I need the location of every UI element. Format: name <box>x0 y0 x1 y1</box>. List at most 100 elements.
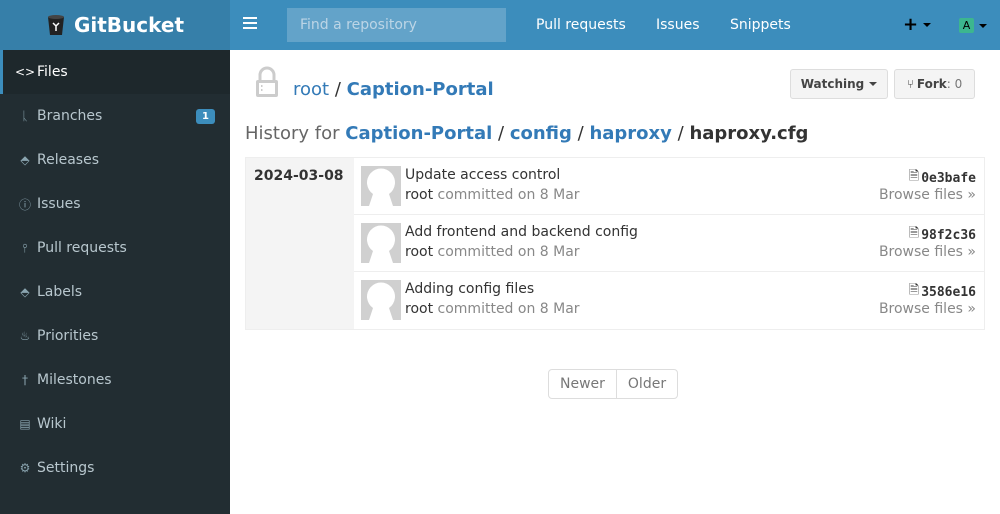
commit-author[interactable]: root <box>405 244 433 260</box>
breadcrumb-config-link[interactable]: config <box>510 123 572 144</box>
author-avatar <box>361 223 401 263</box>
commit-sha-link[interactable]: 🗎 0e3bafe <box>909 167 976 189</box>
nav-snippets-link[interactable]: Snippets <box>730 17 791 33</box>
diff-file-icon: 🗎 <box>908 283 920 298</box>
sidebar-item-label: Files <box>37 64 68 80</box>
sidebar-item-label: Milestones <box>37 372 112 388</box>
bucket-logo-icon <box>47 15 64 35</box>
commit-date: 2024-03-08 <box>246 158 354 329</box>
sidebar-item-label: Releases <box>37 152 99 168</box>
fork-count: : 0 <box>946 77 963 91</box>
sidebar-item-label: Pull requests <box>37 240 127 256</box>
commit-sha-link[interactable]: 🗎 3586e16 <box>909 281 976 303</box>
author-avatar <box>361 280 401 320</box>
commit-author[interactable]: root <box>405 301 433 317</box>
commit-row: Add frontend and backend config root com… <box>354 215 984 272</box>
sidebar-item-wiki[interactable]: ▤ Wiki <box>0 402 230 446</box>
commit-date-text: committed on 8 Mar <box>437 187 580 203</box>
commit-row: Adding config files root committed on 8 … <box>354 272 984 329</box>
sidebar-item-milestones[interactable]: † Milestones <box>0 358 230 402</box>
sidebar-item-label: Issues <box>37 196 81 212</box>
commit-sha: 98f2c36 <box>921 227 976 243</box>
fork-label: Fork <box>916 77 947 91</box>
nav-pull-requests[interactable]: Pull requests <box>536 0 626 50</box>
commit-message[interactable]: Adding config files <box>405 281 534 297</box>
nav-snippets[interactable]: Snippets <box>730 0 791 50</box>
breadcrumb-file: haproxy.cfg <box>689 123 809 144</box>
browse-files-link[interactable]: Browse files » <box>879 187 976 203</box>
caret-down-icon <box>923 22 932 27</box>
lock-icon <box>256 66 278 97</box>
repo-owner-link[interactable]: root <box>293 79 329 100</box>
commit-meta: root committed on 8 Mar <box>405 301 580 317</box>
pull-request-icon: ⫯ <box>22 240 28 255</box>
diff-file-icon: 🗎 <box>908 169 920 184</box>
sidebar-item-label: Settings <box>37 460 95 476</box>
watch-button[interactable]: Watching <box>790 69 888 99</box>
watch-label: Watching <box>800 77 865 91</box>
breadcrumb-repo-link[interactable]: Caption-Portal <box>345 123 492 144</box>
path-separator: / <box>577 123 584 144</box>
commit-meta: root committed on 8 Mar <box>405 187 580 203</box>
create-new-dropdown[interactable]: + <box>903 14 932 35</box>
nav-issues-link[interactable]: Issues <box>656 17 700 33</box>
commit-sha: 0e3bafe <box>921 170 976 186</box>
newer-button[interactable]: Newer <box>549 370 617 398</box>
user-avatar: A <box>959 18 974 33</box>
repository-search-input[interactable] <box>287 8 506 42</box>
path-separator: / <box>334 79 341 100</box>
sidebar-item-label: Branches <box>37 108 103 124</box>
commit-message[interactable]: Add frontend and backend config <box>405 224 638 240</box>
flame-icon: ♨ <box>19 329 31 343</box>
sidebar-item-branches[interactable]: ᚳ Branches 1 <box>0 94 230 138</box>
diff-file-icon: 🗎 <box>908 226 920 241</box>
tag-icon: ⬘ <box>20 153 30 167</box>
brand-name: GitBucket <box>73 13 185 37</box>
repo-name-link[interactable]: Caption-Portal <box>347 79 494 100</box>
commit-row: Update access control root committed on … <box>354 158 984 215</box>
book-icon: ▤ <box>19 417 31 431</box>
sidebar-item-labels[interactable]: ⬘ Labels <box>0 270 230 314</box>
top-header: GitBucket Pull requests Issues Snippets … <box>0 0 1000 50</box>
caret-down-icon <box>869 82 878 86</box>
branches-count-badge: 1 <box>196 109 215 124</box>
tag-icon: ⬘ <box>20 285 30 299</box>
sidebar-item-label: Priorities <box>37 328 99 344</box>
sidebar-item-issues[interactable]: ⓘ Issues <box>0 182 230 226</box>
plus-icon: + <box>903 14 919 35</box>
user-menu-dropdown[interactable]: A <box>959 18 987 33</box>
commit-list: Update access control root committed on … <box>354 158 984 329</box>
nav-issues[interactable]: Issues <box>656 0 700 50</box>
fork-button[interactable]: ⑂ Fork: 0 <box>894 69 975 99</box>
branch-icon: ᚳ <box>21 109 29 123</box>
repo-sidebar: <> Files ᚳ Branches 1 ⬘ Releases ⓘ Issues ⫯ Pu… <box>0 50 230 514</box>
history-breadcrumb: History for Caption-Portal / config / ha… <box>245 123 808 144</box>
browse-files-link[interactable]: Browse files » <box>879 301 976 317</box>
gear-icon: ⚙ <box>19 461 31 475</box>
commit-author[interactable]: root <box>405 187 433 203</box>
sidebar-item-pull-requests[interactable]: ⫯ Pull requests <box>0 226 230 270</box>
breadcrumb-haproxy-link[interactable]: haproxy <box>589 123 671 144</box>
commit-message[interactable]: Update access control <box>405 167 560 183</box>
commit-date-text: committed on 8 Mar <box>437 301 580 317</box>
sidebar-toggle-button[interactable] <box>243 17 257 31</box>
author-avatar <box>361 166 401 206</box>
commit-sha-link[interactable]: 🗎 98f2c36 <box>909 224 976 246</box>
pagination: Newer Older <box>548 369 679 399</box>
sidebar-item-files[interactable]: <> Files <box>0 50 230 94</box>
commit-meta: root committed on 8 Mar <box>405 244 580 260</box>
brand-logo[interactable]: GitBucket <box>0 0 230 50</box>
sidebar-item-releases[interactable]: ⬘ Releases <box>0 138 230 182</box>
fork-icon: ⑂ <box>906 77 914 91</box>
browse-files-link[interactable]: Browse files » <box>879 244 976 260</box>
path-separator: / <box>677 123 684 144</box>
caret-down-icon <box>979 23 987 28</box>
commit-history-table: 2024-03-08 Update access control root co… <box>245 157 985 330</box>
nav-pull-requests-link[interactable]: Pull requests <box>536 17 626 33</box>
older-button[interactable]: Older <box>617 370 677 398</box>
sidebar-item-priorities[interactable]: ♨ Priorities <box>0 314 230 358</box>
repo-title: root / Caption-Portal <box>293 79 494 100</box>
sidebar-item-settings[interactable]: ⚙ Settings <box>0 446 230 490</box>
commit-sha: 3586e16 <box>921 284 976 300</box>
sidebar-item-label: Labels <box>37 284 83 300</box>
